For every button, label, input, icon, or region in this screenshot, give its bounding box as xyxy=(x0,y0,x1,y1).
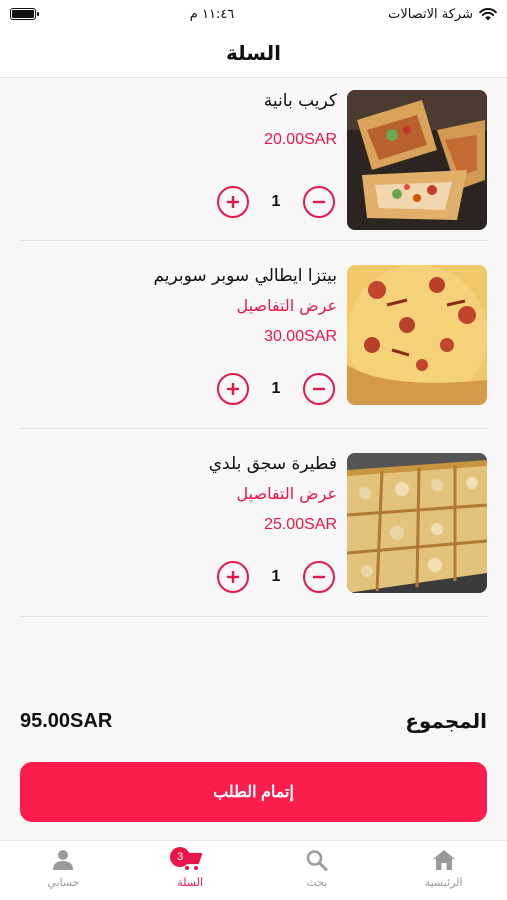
minus-icon xyxy=(313,387,325,391)
quantity-stepper: 1 xyxy=(217,561,335,593)
minus-icon xyxy=(313,575,325,579)
tab-search-label: بحث xyxy=(306,876,328,889)
divider xyxy=(20,616,487,617)
item-price: 30.00SAR xyxy=(264,328,337,345)
pizza-super-supreme-image xyxy=(347,265,487,405)
crepe-panini-image xyxy=(347,90,487,230)
quantity-value: 1 xyxy=(271,568,281,585)
view-details-link[interactable]: عرض التفاصيل xyxy=(17,295,337,317)
home-icon xyxy=(432,850,455,870)
decrease-quantity-button[interactable] xyxy=(303,186,335,218)
increase-quantity-button[interactable] xyxy=(217,186,249,218)
item-name: بيتزا ايطالي سوبر سوبريم xyxy=(153,266,337,286)
tab-home-label: الرئيسية xyxy=(424,876,463,889)
tab-home[interactable]: الرئيسية xyxy=(380,841,507,900)
plus-icon xyxy=(227,571,239,583)
tab-cart[interactable]: 3 السلة xyxy=(127,841,254,900)
plus-icon xyxy=(227,196,239,208)
total-row: 95.00SAR المجموع xyxy=(20,706,487,736)
divider xyxy=(20,428,487,429)
quantity-stepper: 1 xyxy=(217,373,335,405)
person-icon xyxy=(53,850,74,870)
tab-cart-label: السلة xyxy=(177,876,204,889)
battery-icon xyxy=(10,8,39,20)
item-price: 20.00SAR xyxy=(264,131,337,148)
total-label: المجموع xyxy=(405,709,487,733)
total-amount: 95.00SAR xyxy=(20,709,113,732)
quantity-stepper: 1 xyxy=(217,186,335,218)
increase-quantity-button[interactable] xyxy=(217,561,249,593)
carrier-name: شركة الاتصالات xyxy=(388,6,473,22)
item-price: 25.00SAR xyxy=(264,516,337,533)
checkout-button[interactable]: إتمام الطلب xyxy=(20,762,487,822)
increase-quantity-button[interactable] xyxy=(217,373,249,405)
status-bar: ١١:٤٦ م شركة الاتصالات xyxy=(0,0,507,28)
tab-search[interactable]: بحث xyxy=(254,841,381,900)
quantity-value: 1 xyxy=(271,380,281,397)
status-time: ١١:٤٦ م xyxy=(189,6,235,22)
minus-icon xyxy=(313,200,325,204)
search-icon xyxy=(306,850,328,871)
tab-account-label: حسابي xyxy=(47,876,80,889)
divider xyxy=(20,240,487,241)
cart-count-badge: 3 xyxy=(170,847,191,867)
cart-screen: ١١:٤٦ م شركة الاتصالات السلة كريب بانية … xyxy=(0,0,507,900)
item-name: فطيرة سجق بلدي xyxy=(208,454,337,474)
decrease-quantity-button[interactable] xyxy=(303,373,335,405)
page-title: السلة xyxy=(225,40,281,65)
quantity-value: 1 xyxy=(271,193,281,210)
bottom-tab-bar: الرئيسية بحث 3 السلة حسابي xyxy=(0,840,507,900)
nav-header: السلة xyxy=(0,28,507,78)
wifi-icon xyxy=(479,7,497,21)
sausage-pie-image xyxy=(347,453,487,593)
plus-icon xyxy=(227,383,239,395)
decrease-quantity-button[interactable] xyxy=(303,561,335,593)
view-details-link[interactable]: عرض التفاصيل xyxy=(17,483,337,505)
tab-account[interactable]: حسابي xyxy=(0,841,127,900)
item-name: كريب بانية xyxy=(263,91,337,111)
